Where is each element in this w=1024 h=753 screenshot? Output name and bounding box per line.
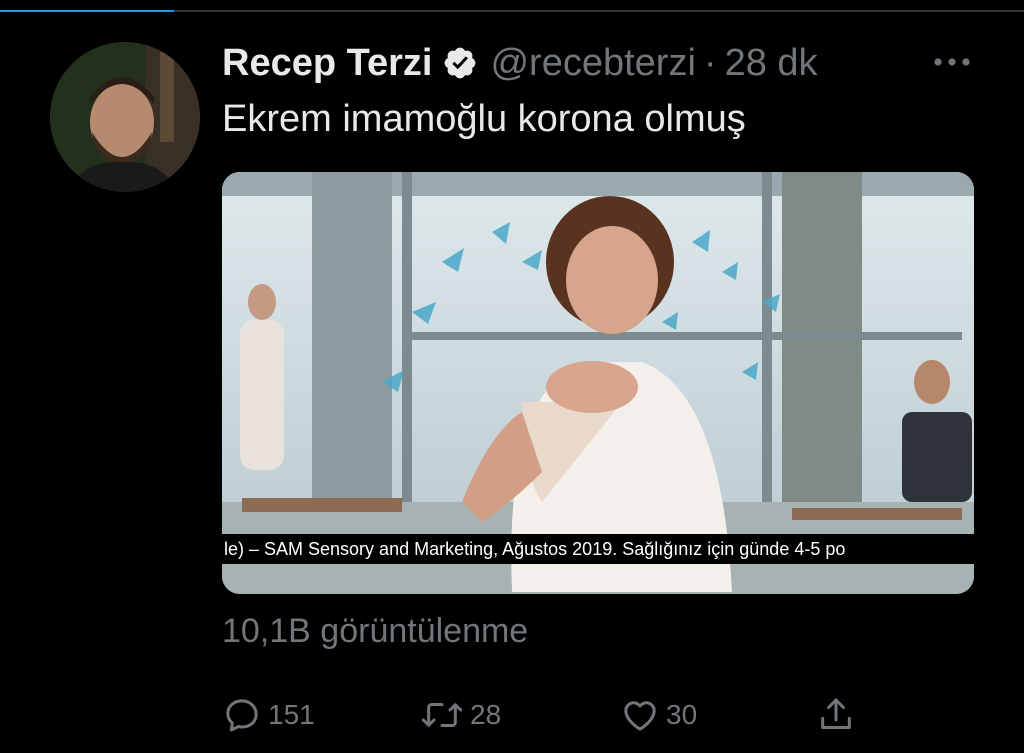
avatar[interactable] <box>50 42 200 192</box>
separator-dot: · <box>703 41 717 84</box>
view-count[interactable]: 10,1B görüntülenme <box>222 612 528 651</box>
video-frame <box>222 172 974 594</box>
share-button[interactable] <box>816 690 856 740</box>
reply-bubble-icon <box>222 695 262 735</box>
tweet-actions: 151 28 30 <box>222 690 862 740</box>
like-button[interactable]: 30 <box>620 690 697 740</box>
tweet-timestamp[interactable]: 28 dk <box>725 42 818 85</box>
loading-progress-bar <box>0 10 1024 12</box>
retweet-icon <box>420 695 464 735</box>
verified-badge-icon <box>442 45 478 81</box>
like-count: 30 <box>666 699 698 730</box>
avatar-portrait <box>50 42 200 192</box>
retweet-count: 28 <box>470 699 502 730</box>
reply-count: 151 <box>268 699 315 730</box>
user-handle[interactable]: @recebterzi <box>490 42 695 85</box>
video-subtitle: le) – SAM Sensory and Marketing, Ağustos… <box>222 534 974 564</box>
retweet-button[interactable]: 28 <box>420 690 501 740</box>
top-bar <box>0 0 1024 12</box>
more-dots-icon[interactable] <box>930 44 974 80</box>
share-icon <box>816 695 856 735</box>
loading-progress-fill <box>0 10 175 12</box>
reply-button[interactable]: 151 <box>222 690 315 740</box>
display-name[interactable]: Recep Terzi <box>222 42 432 85</box>
heart-icon <box>620 695 660 735</box>
tweet-header: Recep Terzi @recebterzi · 28 dk <box>222 36 818 90</box>
tweet-video[interactable] <box>222 172 974 594</box>
tweet-text: Ekrem imamoğlu korona olmuş <box>222 98 746 140</box>
